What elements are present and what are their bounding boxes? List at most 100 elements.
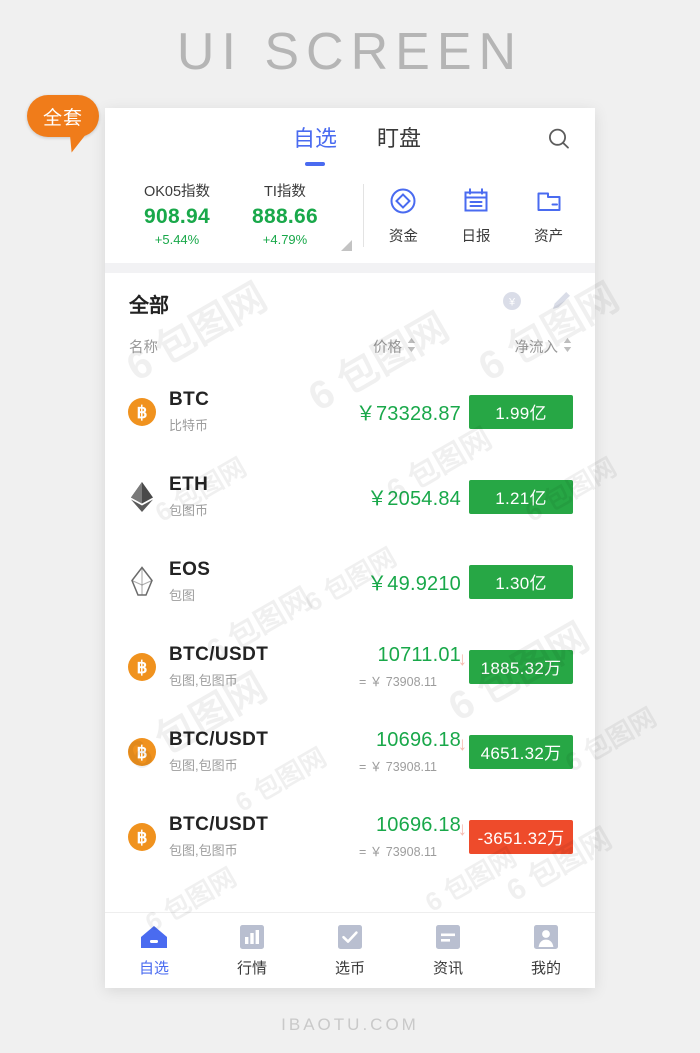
coin-name-block: BTC/USDT 包图,包图币 bbox=[159, 644, 309, 689]
tab-dingpan-label: 盯盘 bbox=[377, 126, 422, 151]
coin-price-converted: = ￥ 73908.11 bbox=[359, 844, 437, 859]
table-row[interactable]: EOS 包图 ￥49.9210 1.30亿 bbox=[105, 539, 595, 624]
coin-name-block: EOS 包图 bbox=[159, 559, 309, 604]
net-flow-cell: 1.21亿 bbox=[469, 479, 573, 514]
price-cell: 10711.01 = ￥ 73908.11 ↓ bbox=[309, 644, 469, 690]
coin-price: ￥73328.87 bbox=[355, 403, 461, 425]
nav-item-wode-label: 我的 bbox=[530, 960, 561, 977]
price-cell: 10696.18 = ￥ 73908.11 ↓ bbox=[309, 729, 469, 775]
price-cell: ￥73328.87 bbox=[309, 397, 469, 426]
net-flow-badge: 1.30亿 bbox=[469, 564, 573, 599]
page-title: UI SCREEN bbox=[176, 23, 524, 81]
coin-price: ￥49.9210 bbox=[367, 573, 461, 595]
eos-icon bbox=[125, 565, 159, 599]
nav-item-zixun[interactable]: 资讯 bbox=[399, 923, 497, 978]
check-icon bbox=[301, 923, 399, 951]
bitcoin-icon: ฿ bbox=[125, 735, 159, 769]
vertical-divider bbox=[363, 184, 364, 247]
table-row[interactable]: ฿ BTC/USDT 包图,包图币 10696.18 = ￥ 73908.11 … bbox=[105, 794, 595, 879]
search-icon[interactable] bbox=[545, 125, 573, 153]
net-flow-cell: -3651.32万 bbox=[469, 819, 573, 854]
sort-arrows-icon bbox=[406, 337, 417, 357]
coin-list-section: 全部 ¥ 名称 价格 净流入 ฿ BTC 比特币 ￥73328.87 1.99亿… bbox=[105, 273, 595, 912]
price-cell: 10696.18 = ￥ 73908.11 ↓ bbox=[309, 814, 469, 860]
net-flow-badge: 1885.32万 bbox=[469, 649, 573, 684]
index-ti-value: 888.66 bbox=[251, 205, 319, 228]
table-row[interactable]: ฿ BTC/USDT 包图,包图币 10711.01 = ￥ 73908.11 … bbox=[105, 624, 595, 709]
net-flow-cell: 4651.32万 bbox=[469, 734, 573, 769]
arrow-down-icon: ↓ bbox=[457, 733, 468, 755]
net-flow-badge: 4651.32万 bbox=[469, 734, 573, 769]
coin-name-block: ETH 包图币 bbox=[159, 474, 309, 519]
coin-symbol: BTC/USDT bbox=[169, 644, 269, 665]
column-header-flow[interactable]: 净流入 bbox=[461, 336, 573, 357]
tab-zixuan[interactable]: 自选 bbox=[293, 121, 337, 157]
full-set-badge: 全套 bbox=[27, 95, 103, 157]
tabs: 自选 盯盘 bbox=[279, 121, 421, 157]
net-flow-cell: 1.99亿 bbox=[469, 394, 573, 429]
net-flow-badge: -3651.32万 bbox=[469, 819, 573, 854]
wallet-folder-icon bbox=[518, 184, 580, 218]
tab-dingpan[interactable]: 盯盘 bbox=[377, 121, 421, 157]
column-headers: 名称 价格 净流入 bbox=[105, 322, 595, 369]
coin-symbol: EOS bbox=[169, 559, 211, 580]
nav-item-zixuan[interactable]: 自选 bbox=[105, 923, 203, 978]
coin-price: ￥2054.84 bbox=[367, 488, 461, 510]
coin-subtitle: 包图币 bbox=[169, 503, 209, 518]
edit-pencil-icon[interactable] bbox=[549, 289, 573, 318]
arrow-down-icon: ↓ bbox=[457, 818, 468, 840]
svg-text:฿: ฿ bbox=[137, 403, 148, 422]
tab-bar: 自选 盯盘 bbox=[105, 108, 595, 170]
nav-item-xuanbi[interactable]: 选币 bbox=[301, 923, 399, 978]
coin-symbol: BTC bbox=[169, 389, 210, 410]
calendar-report-icon bbox=[445, 184, 507, 218]
coin-subtitle: 包图,包图币 bbox=[169, 758, 238, 773]
price-cell: ￥2054.84 bbox=[309, 482, 469, 511]
coin-price-converted: = ￥ 73908.11 bbox=[359, 759, 437, 774]
coin-circle-icon bbox=[372, 184, 434, 218]
coin-price-converted: = ￥ 73908.11 bbox=[359, 674, 437, 689]
net-flow-badge: 1.21亿 bbox=[469, 479, 573, 514]
coin-rows: ฿ BTC 比特币 ￥73328.87 1.99亿 ETH 包图币 ￥2054.… bbox=[105, 369, 595, 912]
phone-frame: 自选 盯盘 OK05指数 908.94 +5.44% TI指数 888.66 +… bbox=[105, 108, 595, 988]
quick-actions: 资金 日报 资产 bbox=[339, 180, 595, 247]
arrow-down-icon: ↓ bbox=[457, 648, 468, 670]
table-row[interactable]: ETH 包图币 ￥2054.84 1.21亿 bbox=[105, 454, 595, 539]
column-header-price[interactable]: 价格 bbox=[315, 336, 461, 357]
ethereum-icon bbox=[125, 480, 159, 514]
quick-action-ribao-label: 日报 bbox=[461, 229, 491, 245]
table-row[interactable]: ฿ BTC 比特币 ￥73328.87 1.99亿 bbox=[105, 369, 595, 454]
full-set-badge-label: 全套 bbox=[42, 107, 83, 129]
index-ok05-value: 908.94 bbox=[143, 205, 211, 228]
coin-subtitle: 包图 bbox=[169, 588, 196, 603]
yen-currency-icon[interactable]: ¥ bbox=[501, 290, 523, 317]
coin-name-block: BTC/USDT 包图,包图币 bbox=[159, 814, 309, 859]
index-ti[interactable]: TI指数 888.66 +4.79% bbox=[231, 180, 339, 247]
person-icon bbox=[497, 923, 595, 951]
footer-watermark: IBAOTU.COM bbox=[281, 1015, 419, 1034]
column-header-name: 名称 bbox=[129, 340, 158, 356]
nav-item-hangqing[interactable]: 行情 bbox=[203, 923, 301, 978]
home-icon bbox=[105, 923, 203, 951]
expand-triangle-icon[interactable] bbox=[341, 240, 352, 251]
tab-zixuan-label: 自选 bbox=[292, 126, 337, 151]
coin-symbol: BTC/USDT bbox=[169, 729, 269, 750]
quick-action-zijin[interactable]: 资金 bbox=[372, 184, 434, 246]
quick-action-ribao[interactable]: 日报 bbox=[445, 184, 507, 246]
nav-item-zixun-label: 资讯 bbox=[432, 960, 463, 977]
nav-item-wode[interactable]: 我的 bbox=[497, 923, 595, 978]
index-ok05-change: +5.44% bbox=[154, 232, 200, 247]
top-card: 自选 盯盘 OK05指数 908.94 +5.44% TI指数 888.66 +… bbox=[105, 108, 595, 263]
index-strip: OK05指数 908.94 +5.44% TI指数 888.66 +4.79% bbox=[105, 170, 595, 263]
filter-row: 全部 ¥ bbox=[105, 273, 595, 322]
index-ok05[interactable]: OK05指数 908.94 +5.44% bbox=[123, 180, 231, 247]
nav-item-hangqing-label: 行情 bbox=[236, 960, 267, 977]
svg-text:¥: ¥ bbox=[508, 297, 516, 309]
coin-price: 10696.18 bbox=[375, 813, 461, 836]
quick-action-zijin-label: 资金 bbox=[388, 229, 418, 245]
index-ti-name: TI指数 bbox=[264, 184, 306, 200]
quick-action-zichan[interactable]: 资产 bbox=[518, 184, 580, 246]
column-header-price-label: 价格 bbox=[373, 340, 402, 356]
coin-price: 10711.01 bbox=[377, 643, 461, 666]
table-row[interactable]: ฿ BTC/USDT 包图,包图币 10696.18 = ￥ 73908.11 … bbox=[105, 709, 595, 794]
